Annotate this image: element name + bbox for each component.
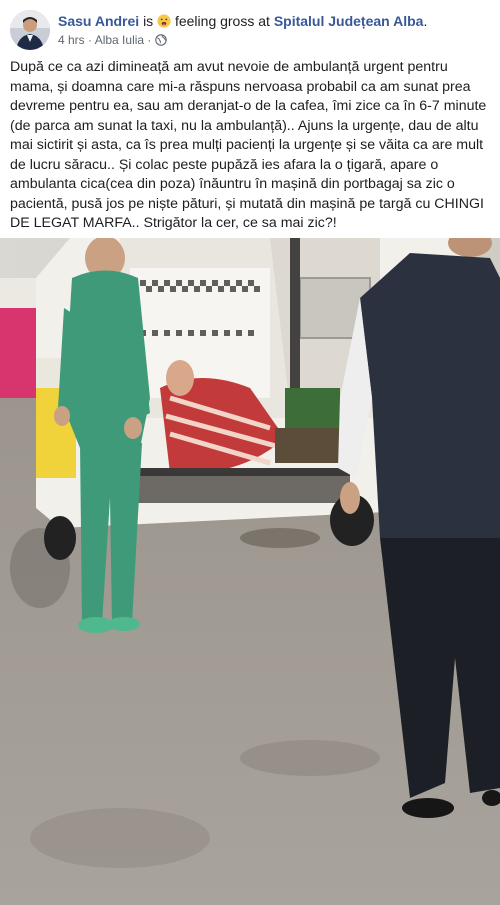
ambulance-scene-image [0, 238, 500, 905]
post-header: Sasu Andrei is feeling gross at Spitalul… [10, 8, 490, 52]
gross-face-emoji-icon [157, 14, 171, 28]
avatar-image [10, 10, 50, 50]
feeling-text: feeling gross at [174, 13, 270, 29]
author-line: Sasu Andrei is feeling gross at Spitalul… [58, 12, 427, 30]
place-link[interactable]: Spitalul Județean Alba [274, 13, 424, 29]
period: . [423, 13, 428, 29]
is-word: is [143, 13, 154, 29]
post-message: După ce ca azi dimineață am avut nevoie … [10, 59, 487, 231]
meta-separator: · [88, 33, 93, 47]
post-meta: 4 hrs · Alba Iulia · [58, 32, 167, 48]
globe-icon[interactable] [155, 34, 167, 46]
facebook-post: Sasu Andrei is feeling gross at Spitalul… [0, 0, 500, 905]
location-link[interactable]: Alba Iulia [95, 33, 144, 47]
post-time-link[interactable]: 4 hrs [58, 33, 85, 47]
author-avatar[interactable] [10, 10, 50, 50]
meta-separator-2: · [147, 33, 152, 47]
author-name-link[interactable]: Sasu Andrei [58, 13, 139, 29]
post-photo[interactable] [0, 238, 500, 905]
